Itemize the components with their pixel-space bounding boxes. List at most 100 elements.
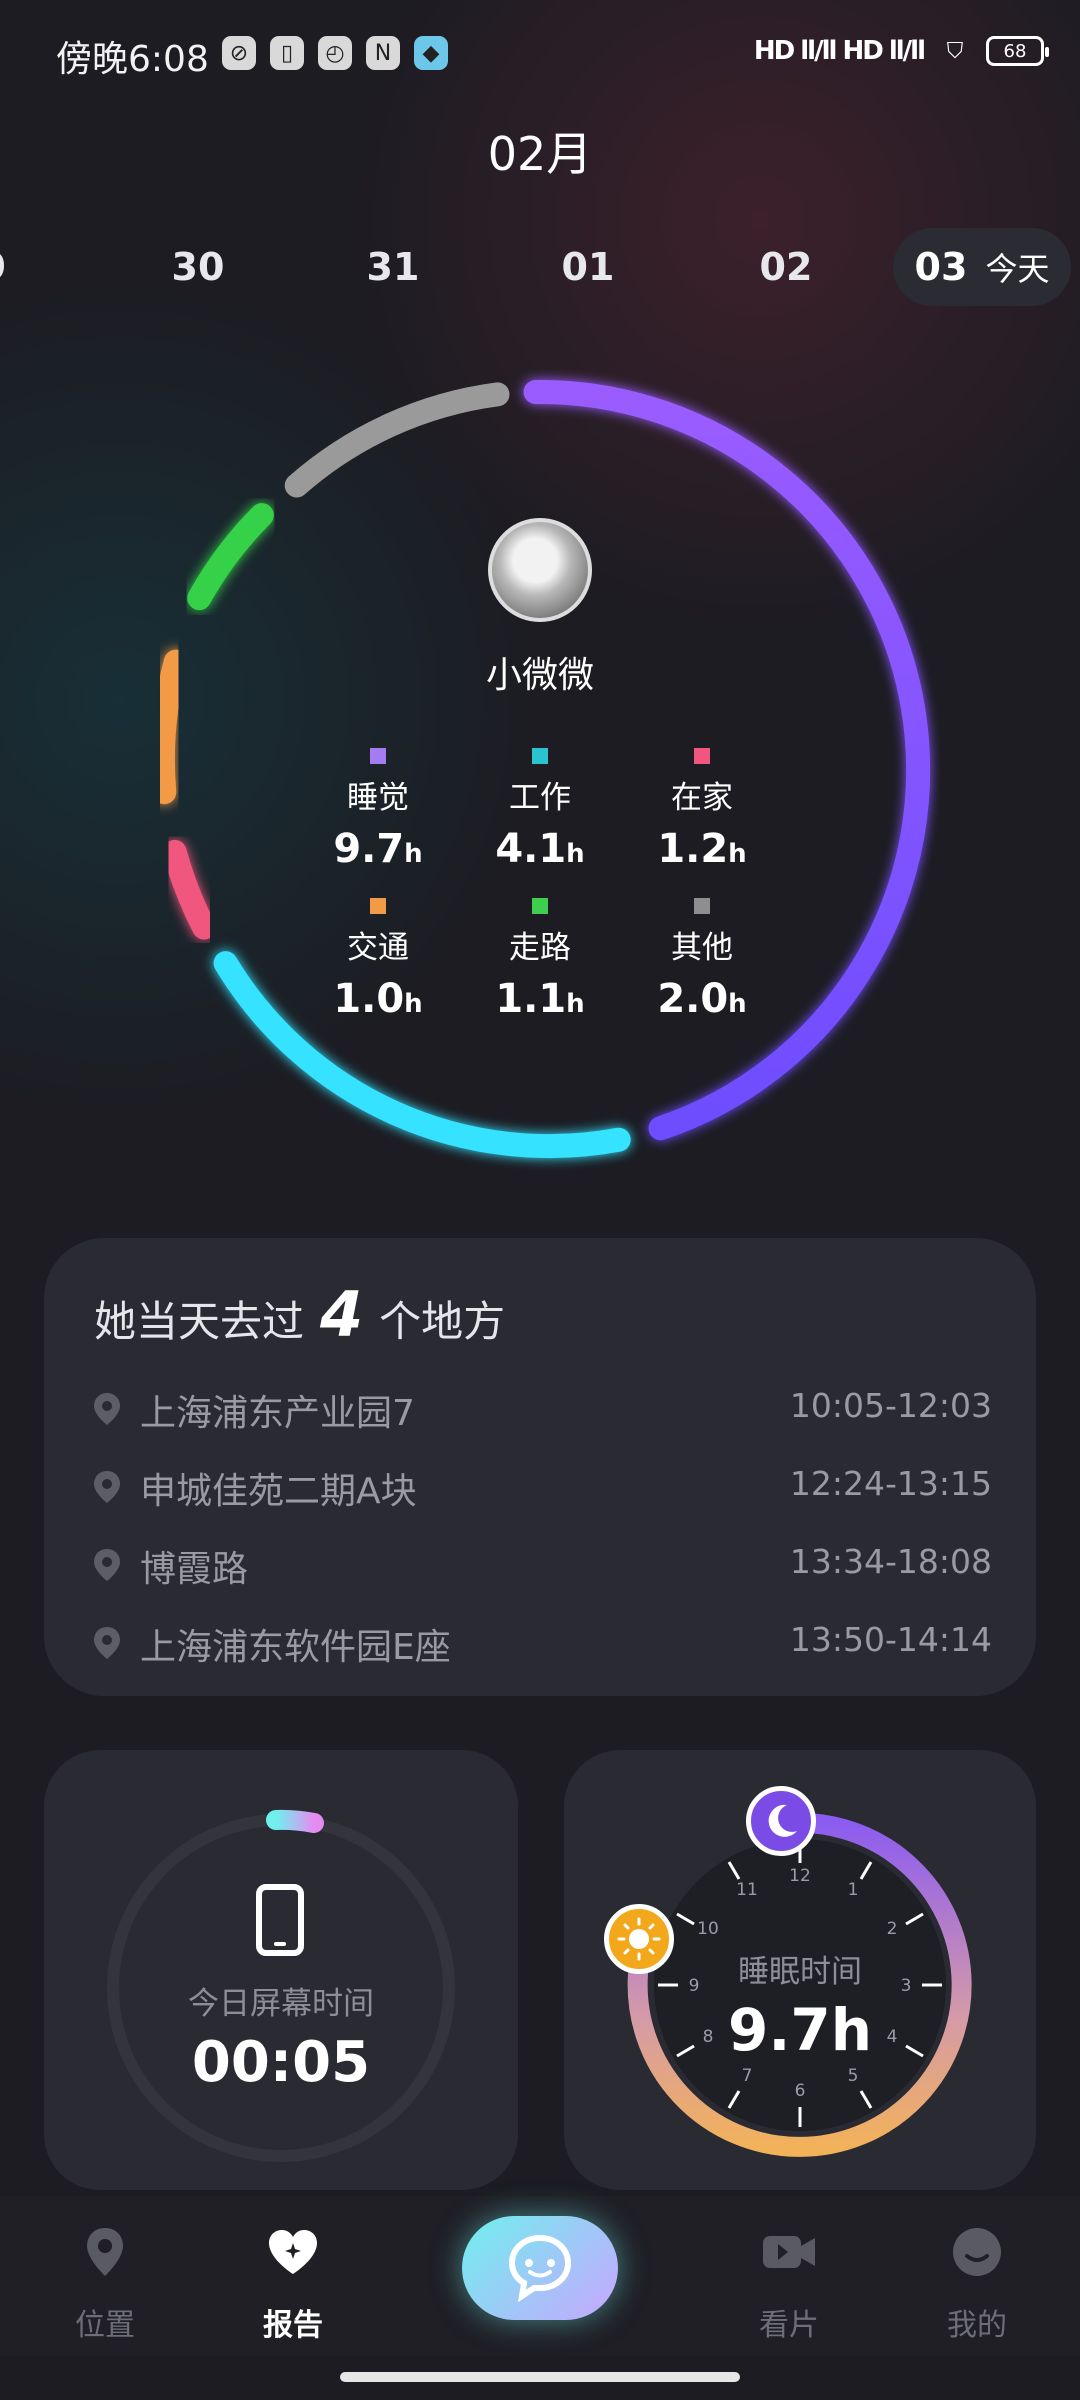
place-time: 12:24-13:15 [789, 1464, 992, 1503]
legend-dot [370, 748, 386, 764]
clock-number: 2 [887, 1919, 898, 1939]
stat-label: 交通 [347, 930, 409, 966]
stat-unit: h [404, 989, 423, 1019]
screen-time-ring [107, 1809, 455, 2162]
today-date: 03 [914, 245, 968, 289]
sleep-card[interactable]: 12 1 2 3 4 5 6 7 8 9 10 11 睡眠时间 9.7h [564, 1750, 1036, 2190]
ring-segment-home [162, 839, 217, 940]
stat-number: 1.1 [495, 976, 567, 1022]
date-item[interactable]: 31 [333, 232, 453, 302]
sleep-label: 睡眠时间 [738, 1954, 862, 1990]
clock-number: 6 [795, 2081, 806, 2101]
home-indicator[interactable] [340, 2372, 740, 2382]
chat-button[interactable] [462, 2216, 618, 2320]
place-time: 10:05-12:03 [789, 1386, 992, 1425]
stat-number: 1.0 [333, 976, 405, 1022]
stat-value: 4.1h [480, 826, 600, 872]
stat-transit: 交通 1.0h [318, 898, 438, 1022]
places-title-suffix: 个地方 [379, 1297, 506, 1346]
stat-unit: h [566, 989, 585, 1019]
places-title-prefix: 她当天去过 [94, 1297, 305, 1346]
legend-dot [694, 748, 710, 764]
stat-other: 其他 2.0h [642, 898, 762, 1022]
stat-work: 工作 4.1h [480, 748, 600, 872]
avatar[interactable] [488, 518, 592, 622]
location-pin-icon [94, 1627, 120, 1659]
location-pin-icon [94, 1471, 120, 1503]
stat-number: 9.7 [333, 826, 405, 872]
places-card[interactable]: 她当天去过 4 个地方 上海浦东产业园7 10:05-12:03 申城佳苑二期A… [44, 1238, 1036, 1696]
place-name: 申城佳苑二期A块 [140, 1471, 417, 1512]
nfc-icon: N [366, 36, 400, 70]
video-camera-icon [763, 2236, 815, 2268]
stat-label: 工作 [509, 780, 571, 816]
compass-icon: ◴ [318, 36, 352, 70]
bottom-nav: 位置 报告 看片 我的 [0, 2196, 1080, 2356]
do-not-disturb-icon: ⊘ [222, 36, 256, 70]
date-item[interactable]: 30 [138, 232, 258, 302]
legend-dot [370, 898, 386, 914]
nav-label: 我的 [947, 2308, 1007, 2343]
nav-item-me[interactable]: 我的 [907, 2222, 1047, 2344]
clock-number: 5 [848, 2066, 859, 2086]
moon-icon [746, 1786, 816, 1856]
heart-icon [269, 2230, 317, 2274]
stat-value: 9.7h [318, 826, 438, 872]
nav-label: 位置 [75, 2308, 135, 2343]
stat-number: 2.0 [657, 976, 729, 1022]
stat-value: 1.1h [480, 976, 600, 1022]
date-today-pill[interactable]: 03 今天 [893, 228, 1071, 306]
stat-label: 在家 [671, 780, 733, 816]
stat-home: 在家 1.2h [642, 748, 762, 872]
stat-number: 4.1 [495, 826, 567, 872]
status-icons: ⊘ ▯ ◴ N ◆ [222, 36, 448, 70]
stat-unit: h [728, 839, 747, 869]
screen-time-label: 今日屏幕时间 [188, 1986, 374, 2022]
location-pin-icon [94, 1393, 120, 1425]
smiley-icon [953, 2228, 1001, 2276]
place-row[interactable]: 上海浦东产业园7 10:05-12:03 [92, 1378, 992, 1438]
app-thumbnail-icon: ◆ [414, 36, 448, 70]
clock-number: 11 [736, 1880, 758, 1900]
nav-item-video[interactable]: 看片 [719, 2222, 859, 2344]
ring-segment-other [284, 382, 510, 498]
legend-dot [694, 898, 710, 914]
today-label: 今天 [985, 250, 1050, 288]
date-item[interactable]: 02 [726, 232, 846, 302]
places-title: 她当天去过 4 个地方 [94, 1278, 505, 1351]
status-time: 傍晚6:08 [56, 39, 209, 80]
chat-bubble-icon [508, 2234, 572, 2303]
legend-dot [532, 748, 548, 764]
nav-item-location[interactable]: 位置 [35, 2222, 175, 2344]
screen-time-card[interactable]: 今日屏幕时间 00:05 [44, 1750, 518, 2190]
place-name: 上海浦东产业园7 [140, 1393, 415, 1434]
place-row[interactable]: 上海浦东软件园E座 13:50-14:14 [92, 1612, 992, 1672]
sleep-value: 9.7h [727, 1996, 873, 2064]
stat-unit: h [404, 839, 423, 869]
location-pin-icon [94, 1549, 120, 1581]
legend-dot [532, 898, 548, 914]
month-title: 02月 [487, 127, 593, 181]
stat-sleep: 睡觉 9.7h [318, 748, 438, 872]
stat-value: 2.0h [642, 976, 762, 1022]
date-item[interactable]: 01 [528, 232, 648, 302]
stat-label: 其他 [671, 930, 733, 966]
clock-number: 10 [697, 1919, 719, 1939]
stat-value: 1.2h [642, 826, 762, 872]
place-row[interactable]: 博霞路 13:34-18:08 [92, 1534, 992, 1594]
place-time: 13:34-18:08 [789, 1542, 992, 1581]
stat-label: 睡觉 [347, 780, 409, 816]
clock-number: 1 [848, 1880, 859, 1900]
signal-icon: HD ll/ll HD ll/ll [753, 36, 926, 66]
status-bar: 傍晚6:08 ⊘ ▯ ◴ N ◆ HD ll/ll HD ll/ll ⛉ 68 [0, 0, 1080, 110]
places-count: 4 [320, 1278, 364, 1351]
clock-number: 12 [789, 1866, 811, 1886]
stat-value: 1.0h [318, 976, 438, 1022]
date-item[interactable]: 29 [0, 232, 40, 302]
stat-walking: 走路 1.1h [480, 898, 600, 1022]
nav-item-report[interactable]: 报告 [223, 2222, 363, 2344]
stat-number: 1.2 [657, 826, 729, 872]
battery-level: 68 [1003, 40, 1027, 62]
place-row[interactable]: 申城佳苑二期A块 12:24-13:15 [92, 1456, 992, 1516]
location-pin-icon [87, 2228, 123, 2276]
